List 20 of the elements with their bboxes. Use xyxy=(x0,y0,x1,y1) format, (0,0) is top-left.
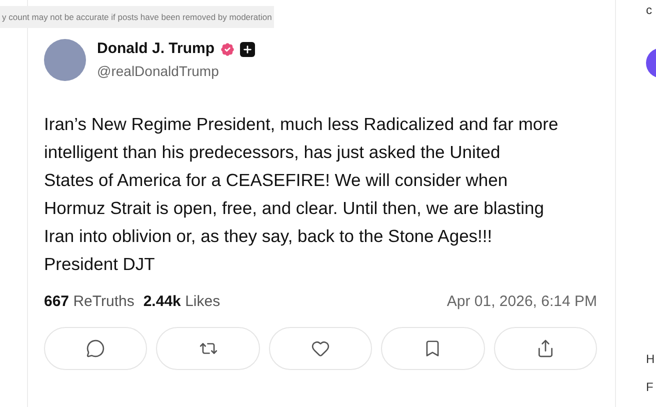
avatar[interactable] xyxy=(44,38,86,81)
author-name[interactable]: Donald J. Trump xyxy=(97,38,215,60)
post-text: Iran’s New Regime President, much less Radicalized and far more intelligent than his predecessors, has just asked the United States of America for a CEASEFIRE! We will consider when Hormuz Strait is open, free, and clear. Until then, we are blasting Iran into oblivion or, as they say, back to the Stone Ages!!! President DJT xyxy=(44,112,560,276)
comment-icon xyxy=(86,339,106,358)
retruth-button[interactable] xyxy=(156,327,260,370)
sidebar-text: H xyxy=(646,351,656,368)
heart-icon xyxy=(311,339,330,358)
sidebar-text: c xyxy=(646,2,653,19)
like-button[interactable] xyxy=(268,327,372,370)
sidebar-text: F xyxy=(646,379,654,396)
timestamp[interactable]: Apr 01, 2026, 6:14 PM xyxy=(446,290,597,313)
stat-count[interactable]: 667 ReTruths xyxy=(44,290,134,313)
share-button[interactable] xyxy=(494,327,598,370)
reply-button[interactable] xyxy=(44,327,148,370)
share-icon xyxy=(536,339,555,358)
stat-count[interactable]: 2.44k Likes xyxy=(143,290,220,313)
tooltip: y count may not be accurate if posts have been removed by moderation xyxy=(0,6,274,28)
bookmark-button[interactable] xyxy=(381,327,485,370)
author-handle[interactable]: @realDonaldTrump xyxy=(97,60,255,82)
plus-badge-icon xyxy=(240,42,255,57)
